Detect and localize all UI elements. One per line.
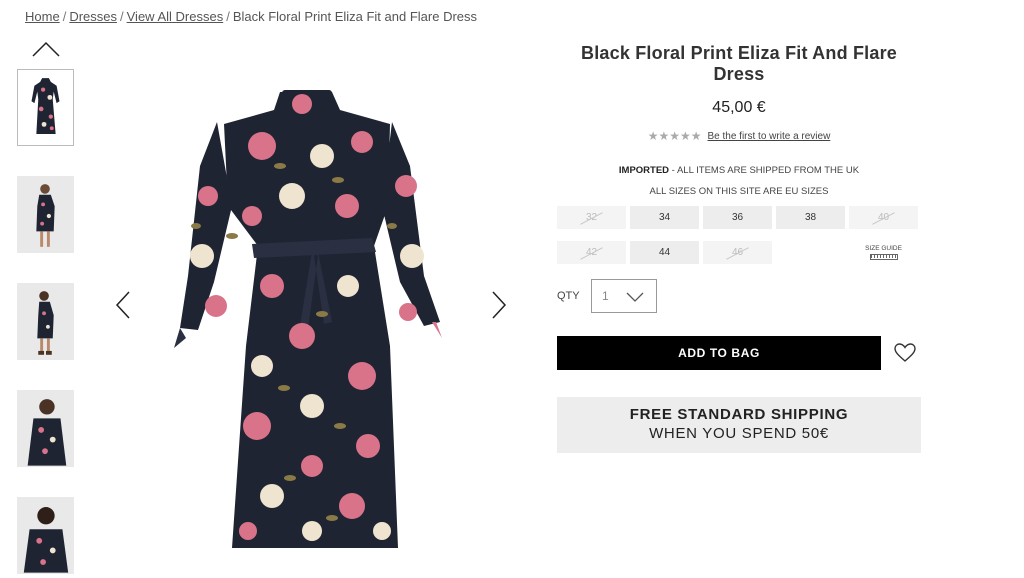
size-guide-link[interactable]: SIZE GUIDE (849, 241, 918, 264)
thumbnail-product-front[interactable] (17, 69, 74, 146)
breadcrumb-separator: / (226, 9, 230, 24)
free-shipping-banner: FREE STANDARD SHIPPING WHEN YOU SPEND 50… (557, 397, 921, 453)
breadcrumb-separator: / (62, 9, 67, 24)
thumbnail-model-portrait[interactable] (17, 497, 74, 574)
thumbnail-model-side[interactable] (17, 283, 74, 360)
chevron-down-icon (626, 292, 644, 302)
main-product-image (162, 86, 462, 560)
product-price: 45,00 € (712, 99, 766, 116)
thumbnail-model-front[interactable] (17, 176, 74, 253)
breadcrumb: Home / Dresses / View All Dresses / Black Flor… (25, 9, 477, 24)
previous-image-arrow-icon[interactable] (114, 290, 134, 320)
size-option-42[interactable]: 42 (557, 241, 626, 264)
thumbnail-list (17, 69, 75, 578)
size-guide-label: SIZE GUIDE (865, 245, 902, 252)
breadcrumb-separator: / (120, 9, 124, 24)
product-details-panel: Black Floral Print Eliza Fit And Flare D… (557, 40, 921, 453)
write-review-link[interactable]: Be the first to write a review (707, 131, 830, 142)
size-option-46[interactable]: 46 (703, 241, 772, 264)
product-title: Black Floral Print Eliza Fit And Flare D… (581, 43, 897, 84)
rating-stars-icon: ★★★★★ (647, 129, 702, 143)
breadcrumb-home-link[interactable]: Home (25, 9, 60, 24)
breadcrumb-dresses-link[interactable]: Dresses (69, 9, 117, 24)
breadcrumb-view-all-link[interactable]: View All Dresses (127, 9, 224, 24)
size-option-34[interactable]: 34 (630, 206, 699, 229)
reviews-row: ★★★★★ Be the first to write a review (557, 129, 921, 143)
thumbnails-up-arrow-icon[interactable] (31, 40, 61, 58)
size-option-38[interactable]: 38 (776, 206, 845, 229)
size-option-36[interactable]: 36 (703, 206, 772, 229)
ruler-icon (869, 254, 898, 260)
imported-text: - ALL ITEMS ARE SHIPPED FROM THE UK (669, 165, 860, 176)
next-image-arrow-icon[interactable] (488, 290, 508, 320)
add-to-bag-button[interactable]: ADD TO BAG (557, 336, 881, 370)
size-selector: 32 34 36 38 40 42 44 46 SIZE GUIDE (557, 206, 921, 264)
size-option-32[interactable]: 32 (557, 206, 626, 229)
size-grid-spacer (776, 241, 845, 264)
free-shipping-line-1: FREE STANDARD SHIPPING (629, 406, 849, 423)
size-option-44[interactable]: 44 (630, 241, 699, 264)
breadcrumb-current: Black Floral Print Eliza Fit and Flare D… (232, 9, 478, 24)
thumbnail-model-closeup[interactable] (17, 390, 74, 467)
quantity-select[interactable]: 1 (591, 279, 657, 313)
quantity-label: QTY (557, 290, 580, 302)
size-option-40[interactable]: 40 (849, 206, 918, 229)
free-shipping-line-2: WHEN YOU SPEND 50€ (649, 425, 829, 442)
quantity-value: 1 (602, 289, 609, 303)
eu-sizes-notice: ALL SIZES ON THIS SITE ARE EU SIZES (649, 186, 829, 197)
wishlist-heart-icon[interactable] (894, 343, 916, 363)
quantity-row: QTY 1 (557, 279, 921, 313)
add-to-bag-row: ADD TO BAG (557, 336, 921, 370)
imported-label: IMPORTED (618, 165, 670, 176)
shipping-notice: IMPORTED - ALL ITEMS ARE SHIPPED FROM TH… (557, 165, 921, 176)
